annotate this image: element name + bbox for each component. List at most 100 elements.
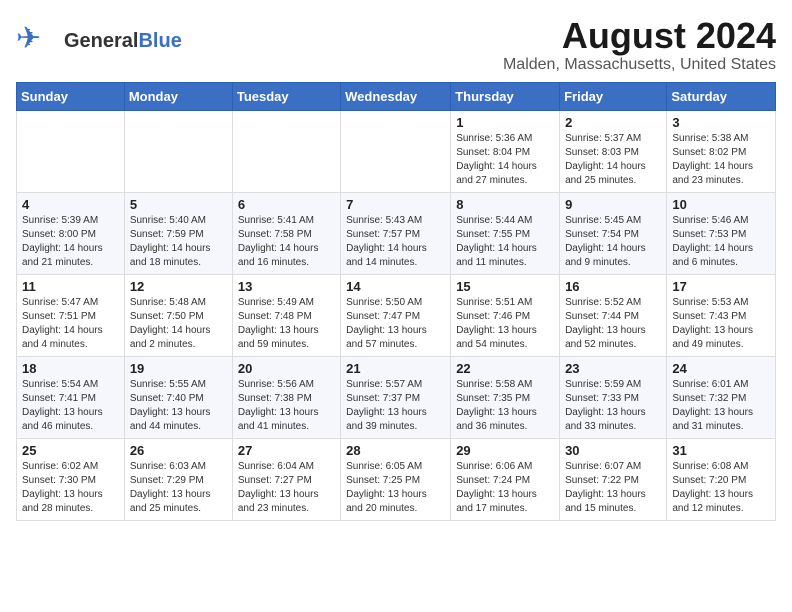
calendar-cell: 17 Sunrise: 5:53 AM Sunset: 7:43 PM Dayli… bbox=[667, 274, 776, 356]
cell-info: Sunrise: 5:50 AM Sunset: 7:47 PM Dayligh… bbox=[346, 296, 445, 352]
day-number: 18 bbox=[22, 361, 119, 376]
weekday-header: Friday bbox=[560, 82, 667, 110]
weekday-header: Wednesday bbox=[341, 82, 451, 110]
calendar-cell: 25 Sunrise: 6:02 AM Sunset: 7:30 PM Dayli… bbox=[17, 438, 125, 520]
calendar-cell: 21 Sunrise: 5:57 AM Sunset: 7:37 PM Dayli… bbox=[341, 356, 451, 438]
day-number: 2 bbox=[565, 115, 661, 130]
cell-info: Sunrise: 5:40 AM Sunset: 7:59 PM Dayligh… bbox=[130, 214, 227, 270]
cell-info: Sunrise: 6:01 AM Sunset: 7:32 PM Dayligh… bbox=[672, 378, 770, 434]
weekday-header: Monday bbox=[124, 82, 232, 110]
cell-info: Sunrise: 5:55 AM Sunset: 7:40 PM Dayligh… bbox=[130, 378, 227, 434]
day-number: 11 bbox=[22, 279, 119, 294]
cell-info: Sunrise: 5:45 AM Sunset: 7:54 PM Dayligh… bbox=[565, 214, 661, 270]
logo-blue: Blue bbox=[138, 30, 181, 52]
calendar-cell: 19 Sunrise: 5:55 AM Sunset: 7:40 PM Dayli… bbox=[124, 356, 232, 438]
calendar-cell: 26Sunrise: 6:03 AM Sunset: 7:29 PM Dayli… bbox=[124, 438, 232, 520]
calendar-cell: 31Sunrise: 6:08 AM Sunset: 7:20 PM Dayli… bbox=[667, 438, 776, 520]
cell-info: Sunrise: 6:05 AM Sunset: 7:25 PM Dayligh… bbox=[346, 460, 445, 516]
cell-info: Sunrise: 5:38 AM Sunset: 8:02 PM Dayligh… bbox=[672, 132, 770, 188]
calendar-cell: 24 Sunrise: 6:01 AM Sunset: 7:32 PM Dayli… bbox=[667, 356, 776, 438]
cell-info: Sunrise: 6:03 AM Sunset: 7:29 PM Dayligh… bbox=[130, 460, 227, 516]
calendar-cell: 30 Sunrise: 6:07 AM Sunset: 7:22 PM Dayli… bbox=[560, 438, 667, 520]
cell-info: Sunrise: 5:41 AM Sunset: 7:58 PM Dayligh… bbox=[238, 214, 335, 270]
day-number: 28 bbox=[346, 443, 445, 458]
day-number: 22 bbox=[456, 361, 554, 376]
calendar-cell bbox=[232, 110, 340, 192]
calendar-week-row: 18 Sunrise: 5:54 AM Sunset: 7:41 PM Dayli… bbox=[17, 356, 776, 438]
calendar-cell: 27 Sunrise: 6:04 AM Sunset: 7:27 PM Dayli… bbox=[232, 438, 340, 520]
cell-info: Sunrise: 5:58 AM Sunset: 7:35 PM Dayligh… bbox=[456, 378, 554, 434]
day-number: 12 bbox=[130, 279, 227, 294]
calendar-cell: 3 Sunrise: 5:38 AM Sunset: 8:02 PM Daylig… bbox=[667, 110, 776, 192]
calendar-week-row: 11Sunrise: 5:47 AM Sunset: 7:51 PM Dayli… bbox=[17, 274, 776, 356]
calendar-cell: 28 Sunrise: 6:05 AM Sunset: 7:25 PM Dayli… bbox=[341, 438, 451, 520]
calendar-cell: 6 Sunrise: 5:41 AM Sunset: 7:58 PM Daylig… bbox=[232, 192, 340, 274]
cell-info: Sunrise: 5:52 AM Sunset: 7:44 PM Dayligh… bbox=[565, 296, 661, 352]
day-number: 23 bbox=[565, 361, 661, 376]
weekday-header: Sunday bbox=[17, 82, 125, 110]
day-number: 5 bbox=[130, 197, 227, 212]
day-number: 16 bbox=[565, 279, 661, 294]
cell-info: Sunrise: 5:54 AM Sunset: 7:41 PM Dayligh… bbox=[22, 378, 119, 434]
calendar-cell: 14Sunrise: 5:50 AM Sunset: 7:47 PM Dayli… bbox=[341, 274, 451, 356]
day-number: 29 bbox=[456, 443, 554, 458]
calendar-week-row: 4 Sunrise: 5:39 AM Sunset: 8:00 PM Daylig… bbox=[17, 192, 776, 274]
day-number: 27 bbox=[238, 443, 335, 458]
calendar-cell: 8 Sunrise: 5:44 AM Sunset: 7:55 PM Daylig… bbox=[451, 192, 560, 274]
weekday-header-row: SundayMondayTuesdayWednesdayThursdayFrid… bbox=[17, 82, 776, 110]
weekday-header: Tuesday bbox=[232, 82, 340, 110]
cell-info: Sunrise: 5:36 AM Sunset: 8:04 PM Dayligh… bbox=[456, 132, 554, 188]
day-number: 3 bbox=[672, 115, 770, 130]
cell-info: Sunrise: 6:02 AM Sunset: 7:30 PM Dayligh… bbox=[22, 460, 119, 516]
day-number: 8 bbox=[456, 197, 554, 212]
day-number: 21 bbox=[346, 361, 445, 376]
day-number: 19 bbox=[130, 361, 227, 376]
calendar-cell: 20 Sunrise: 5:56 AM Sunset: 7:38 PM Dayli… bbox=[232, 356, 340, 438]
cell-info: Sunrise: 5:56 AM Sunset: 7:38 PM Dayligh… bbox=[238, 378, 335, 434]
day-number: 31 bbox=[672, 443, 770, 458]
day-number: 6 bbox=[238, 197, 335, 212]
svg-text:✈: ✈ bbox=[16, 22, 41, 55]
day-number: 30 bbox=[565, 443, 661, 458]
day-number: 7 bbox=[346, 197, 445, 212]
location: Malden, Massachusetts, United States bbox=[503, 56, 776, 74]
logo-general: General bbox=[64, 30, 138, 52]
cell-info: Sunrise: 5:37 AM Sunset: 8:03 PM Dayligh… bbox=[565, 132, 661, 188]
cell-info: Sunrise: 5:44 AM Sunset: 7:55 PM Dayligh… bbox=[456, 214, 554, 270]
calendar-week-row: 25 Sunrise: 6:02 AM Sunset: 7:30 PM Dayli… bbox=[17, 438, 776, 520]
calendar-cell: 4 Sunrise: 5:39 AM Sunset: 8:00 PM Daylig… bbox=[17, 192, 125, 274]
calendar-cell: 18 Sunrise: 5:54 AM Sunset: 7:41 PM Dayli… bbox=[17, 356, 125, 438]
day-number: 17 bbox=[672, 279, 770, 294]
calendar-cell: 23 Sunrise: 5:59 AM Sunset: 7:33 PM Dayli… bbox=[560, 356, 667, 438]
calendar-cell bbox=[341, 110, 451, 192]
weekday-header: Saturday bbox=[667, 82, 776, 110]
calendar-cell: 7Sunrise: 5:43 AM Sunset: 7:57 PM Daylig… bbox=[341, 192, 451, 274]
day-number: 9 bbox=[565, 197, 661, 212]
calendar-week-row: 1 Sunrise: 5:36 AM Sunset: 8:04 PM Daylig… bbox=[17, 110, 776, 192]
day-number: 25 bbox=[22, 443, 119, 458]
calendar-cell bbox=[17, 110, 125, 192]
day-number: 10 bbox=[672, 197, 770, 212]
calendar-cell: 2 Sunrise: 5:37 AM Sunset: 8:03 PM Daylig… bbox=[560, 110, 667, 192]
cell-info: Sunrise: 5:53 AM Sunset: 7:43 PM Dayligh… bbox=[672, 296, 770, 352]
calendar-cell: 29Sunrise: 6:06 AM Sunset: 7:24 PM Dayli… bbox=[451, 438, 560, 520]
logo: ✈ GeneralBlue bbox=[16, 16, 182, 65]
cell-info: Sunrise: 6:04 AM Sunset: 7:27 PM Dayligh… bbox=[238, 460, 335, 516]
cell-info: Sunrise: 5:59 AM Sunset: 7:33 PM Dayligh… bbox=[565, 378, 661, 434]
calendar-cell: 5 Sunrise: 5:40 AM Sunset: 7:59 PM Daylig… bbox=[124, 192, 232, 274]
day-number: 24 bbox=[672, 361, 770, 376]
calendar-cell: 22 Sunrise: 5:58 AM Sunset: 7:35 PM Dayli… bbox=[451, 356, 560, 438]
cell-info: Sunrise: 5:51 AM Sunset: 7:46 PM Dayligh… bbox=[456, 296, 554, 352]
cell-info: Sunrise: 5:57 AM Sunset: 7:37 PM Dayligh… bbox=[346, 378, 445, 434]
day-number: 20 bbox=[238, 361, 335, 376]
page-header: ✈ GeneralBlue August 2024 Malden, Massac… bbox=[16, 16, 776, 74]
calendar-cell: 13Sunrise: 5:49 AM Sunset: 7:48 PM Dayli… bbox=[232, 274, 340, 356]
day-number: 1 bbox=[456, 115, 554, 130]
day-number: 4 bbox=[22, 197, 119, 212]
cell-info: Sunrise: 5:46 AM Sunset: 7:53 PM Dayligh… bbox=[672, 214, 770, 270]
calendar-cell: 10 Sunrise: 5:46 AM Sunset: 7:53 PM Dayli… bbox=[667, 192, 776, 274]
calendar-table: SundayMondayTuesdayWednesdayThursdayFrid… bbox=[16, 82, 776, 521]
cell-info: Sunrise: 5:39 AM Sunset: 8:00 PM Dayligh… bbox=[22, 214, 119, 270]
cell-info: Sunrise: 6:07 AM Sunset: 7:22 PM Dayligh… bbox=[565, 460, 661, 516]
calendar-cell bbox=[124, 110, 232, 192]
